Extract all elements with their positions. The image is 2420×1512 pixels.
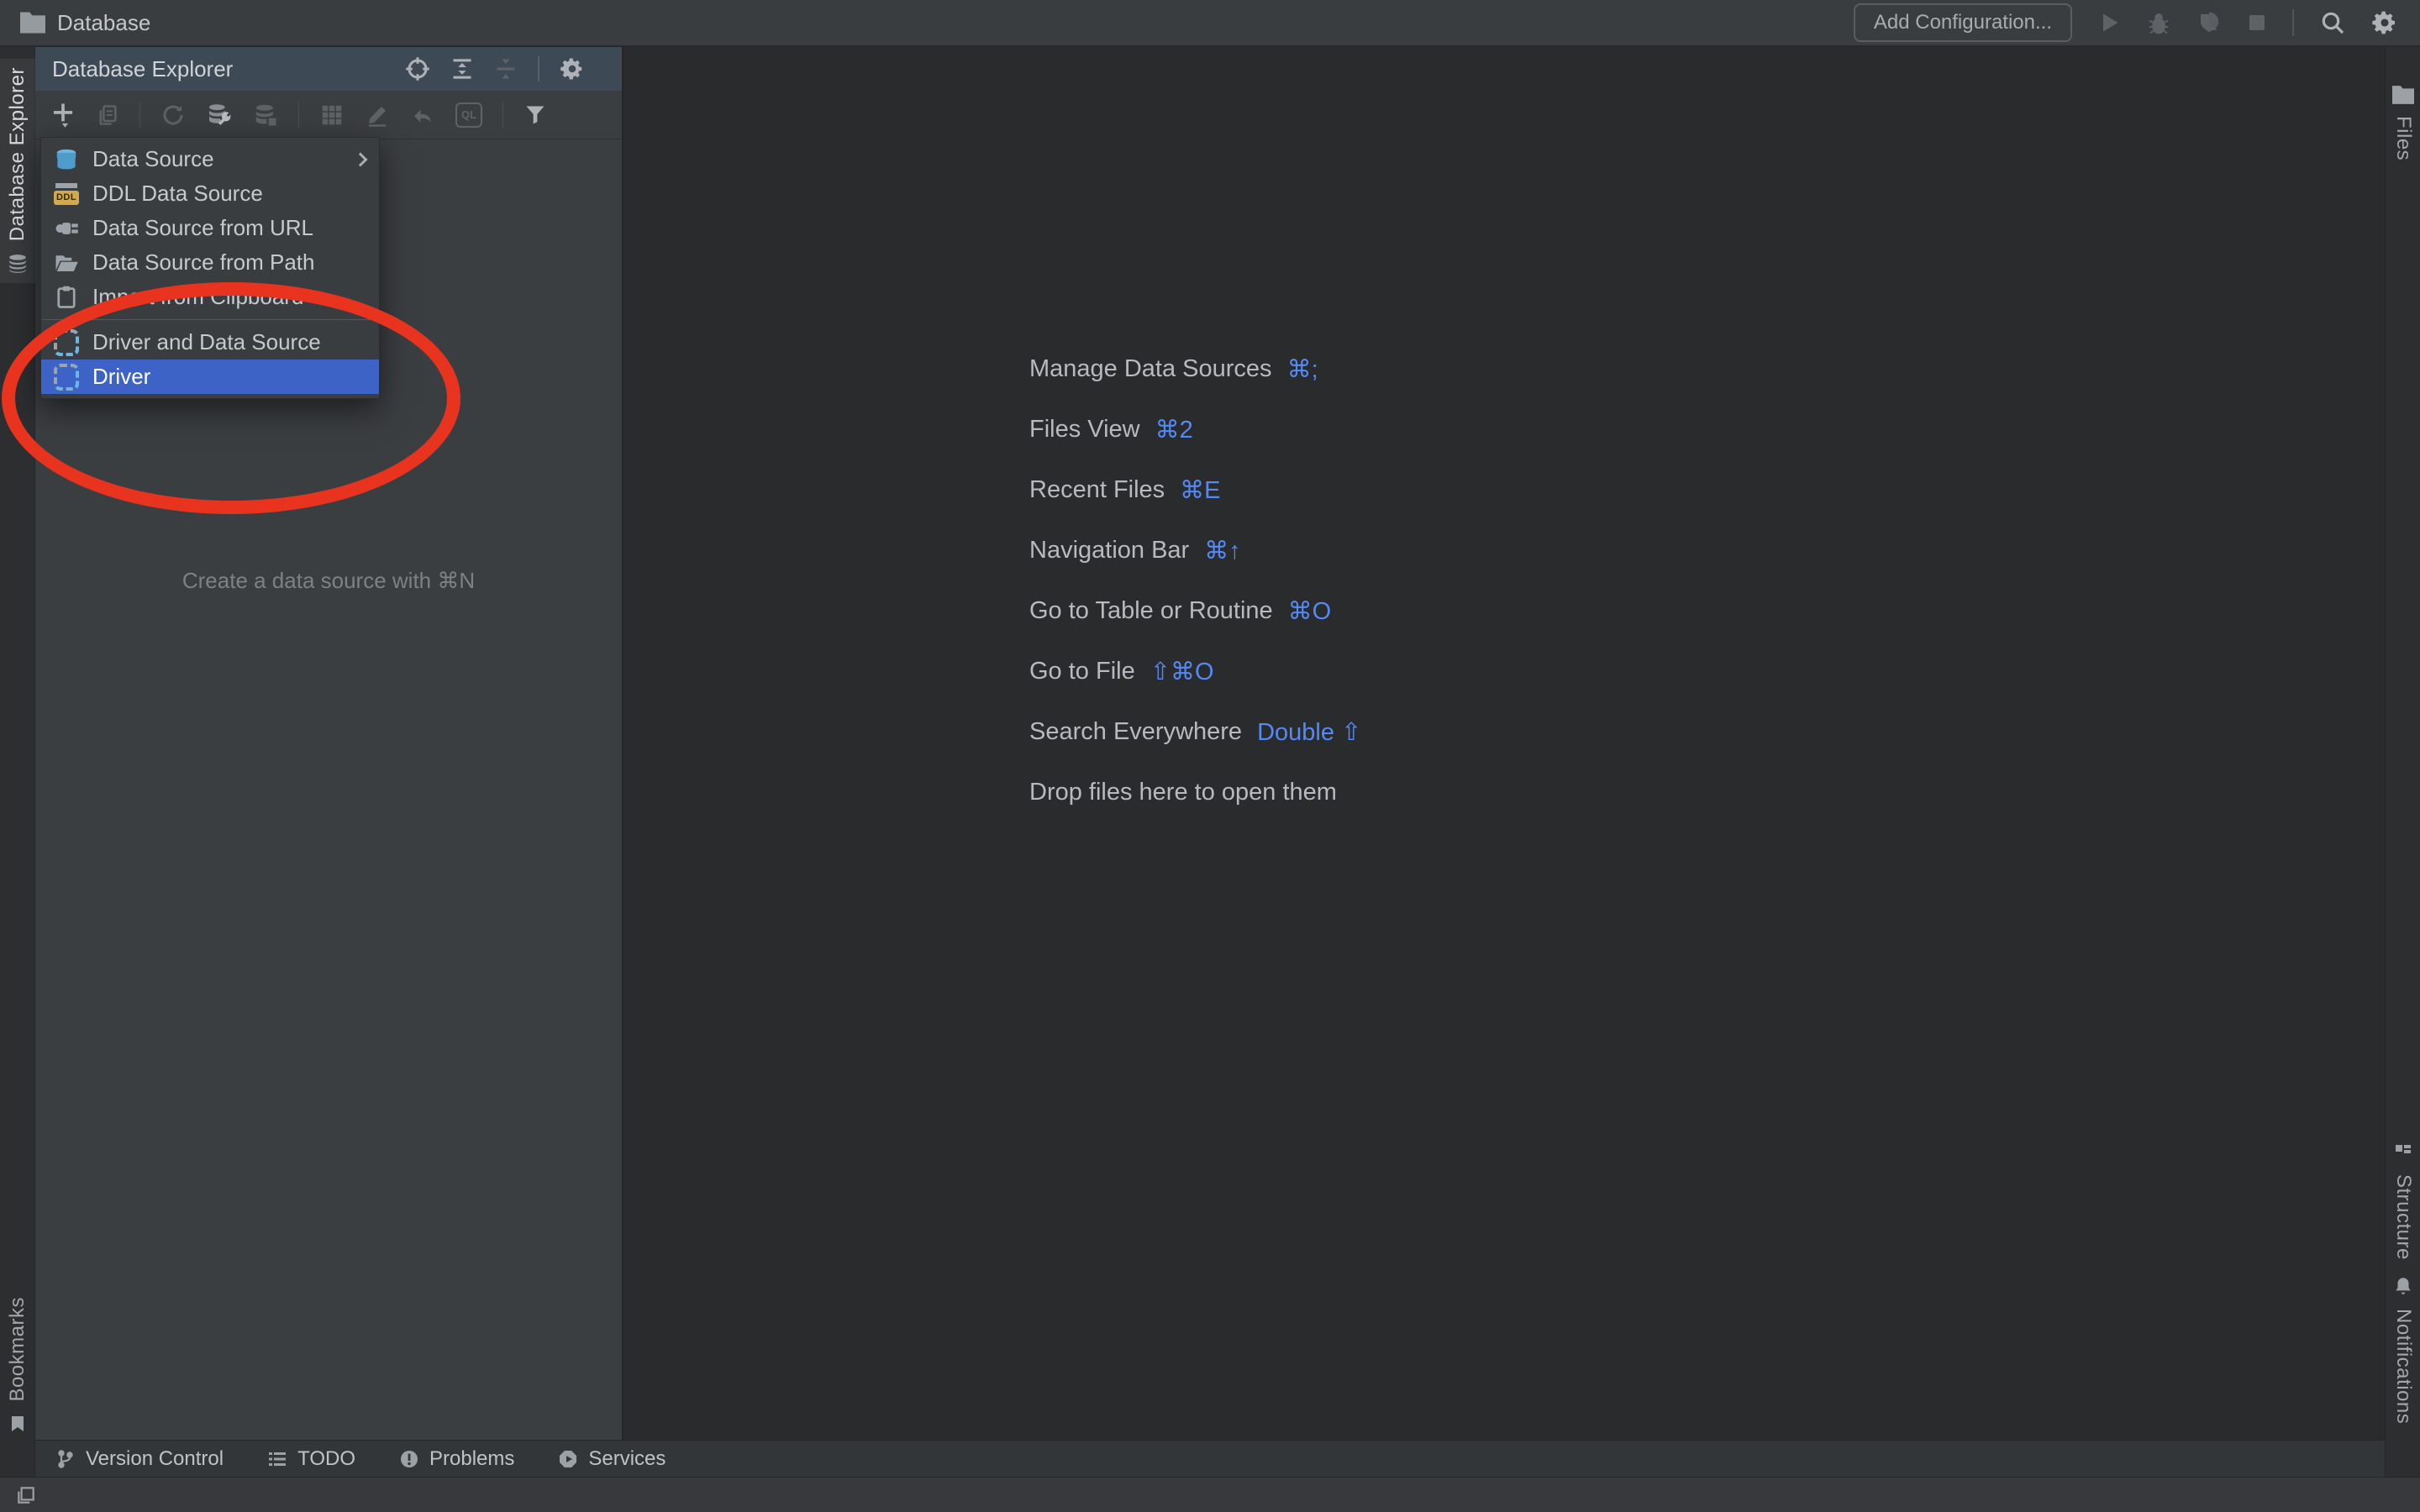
bookmark-icon <box>8 1414 28 1434</box>
run-icon[interactable] <box>2097 11 2121 34</box>
project-name: Database <box>57 9 151 35</box>
project-folder-icon <box>20 12 45 34</box>
menu-item-import-from-clipboard[interactable]: Import from Clipboard <box>41 280 379 314</box>
application-window: Database Add Configuration... Database E… <box>0 0 2420 1512</box>
database-icon <box>7 253 29 275</box>
folder-open-icon <box>53 250 80 276</box>
debug-icon[interactable] <box>2146 10 2171 35</box>
stop-icon[interactable] <box>2247 13 2267 33</box>
bottom-tool-window-bar: Version Control TODO Problems Services <box>35 1440 2385 1477</box>
menu-item-label: Data Source <box>92 146 214 171</box>
query-console-icon[interactable]: QL <box>455 102 482 128</box>
sidebar-item-structure[interactable]: Structure <box>2386 1134 2420 1268</box>
panel-title: Database Explorer <box>52 55 234 81</box>
bell-icon <box>2392 1275 2414 1297</box>
settings-icon[interactable] <box>2371 9 2398 36</box>
new-item-icon[interactable] <box>50 102 76 129</box>
detach-data-source-icon[interactable] <box>253 102 278 128</box>
bottombar-item-services[interactable]: Services <box>558 1447 666 1471</box>
locate-target-icon[interactable] <box>405 56 430 81</box>
shortcut-row: Drop files here to open them <box>1029 778 1337 806</box>
filter-icon[interactable] <box>523 103 547 127</box>
menu-item-label: Import from Clipboard <box>92 284 304 309</box>
shortcut-row: Manage Data Sources ⌘; <box>1029 354 1318 383</box>
bottombar-item-todo[interactable]: TODO <box>267 1447 355 1471</box>
ddl-icon: DDL <box>53 182 80 206</box>
shortcut-row: Go to File ⇧⌘O <box>1029 657 1214 685</box>
todo-list-icon <box>267 1449 287 1469</box>
duplicate-icon[interactable] <box>96 102 119 128</box>
toolbar-divider <box>502 102 503 128</box>
expand-all-icon[interactable] <box>450 56 474 81</box>
database-icon <box>53 147 80 172</box>
bottombar-item-version-control[interactable]: Version Control <box>55 1447 224 1471</box>
profiler-icon[interactable] <box>2196 10 2222 35</box>
menu-item-label: Driver and Data Source <box>92 329 321 354</box>
toolbar-divider <box>139 102 140 128</box>
jump-to-console-icon[interactable] <box>410 102 435 128</box>
problems-icon <box>399 1449 419 1469</box>
menu-item-label: DDL Data Source <box>92 181 263 206</box>
menu-separator <box>42 319 378 320</box>
files-stripe-label: Files <box>2392 116 2415 161</box>
menu-item-label: Data Source from Path <box>92 249 315 275</box>
data-source-properties-icon[interactable] <box>206 102 233 129</box>
sidebar-item-database-explorer[interactable]: Database Explorer <box>0 59 35 284</box>
title-bar: Database Add Configuration... <box>0 0 2420 47</box>
collapse-all-icon[interactable] <box>494 56 518 81</box>
submenu-chevron-icon <box>353 152 368 166</box>
menu-item-label: Driver <box>92 364 151 389</box>
git-branch-icon <box>55 1449 76 1469</box>
shortcut-row: Search Everywhere Double ⇧ <box>1029 717 1362 746</box>
edit-source-icon[interactable] <box>365 102 390 128</box>
shortcut-row: Files View ⌘2 <box>1029 415 1193 444</box>
sidebar-item-files[interactable]: Files <box>2386 77 2420 169</box>
shortcut-row: Navigation Bar ⌘↑ <box>1029 536 1241 564</box>
driver-icon <box>53 363 80 391</box>
bookmarks-stripe-label: Bookmarks <box>6 1297 29 1402</box>
create-data-source-hint: Create a data source with ⌘N <box>182 568 476 593</box>
menu-item-data-source-from-url[interactable]: Data Source from URL <box>41 211 379 245</box>
menu-item-data-source[interactable]: Data Source <box>41 142 379 176</box>
add-configuration-button[interactable]: Add Configuration... <box>1853 3 2072 42</box>
refresh-icon[interactable] <box>160 102 186 128</box>
editor-area: Manage Data Sources ⌘; Files View ⌘2 Recen… <box>623 47 2385 1440</box>
toolbar-divider <box>2292 9 2294 36</box>
bottombar-item-problems[interactable]: Problems <box>399 1447 514 1471</box>
files-folder-icon <box>2392 86 2414 104</box>
panel-settings-gear-icon[interactable] <box>560 56 585 81</box>
new-data-source-menu: Data Source DDL DDL Data Source Data Sou… <box>40 137 380 399</box>
structure-icon <box>2393 1142 2413 1163</box>
menu-item-driver-and-data-source[interactable]: Driver and Data Source <box>41 325 379 360</box>
search-icon[interactable] <box>2319 9 2346 36</box>
notifications-stripe-label: Notifications <box>2392 1309 2415 1425</box>
menu-item-driver[interactable]: Driver <box>41 360 379 394</box>
toolbar-divider <box>298 102 299 128</box>
clipboard-icon <box>53 285 80 310</box>
panel-header[interactable]: Database Explorer <box>35 47 622 91</box>
menu-item-ddl-data-source[interactable]: DDL DDL Data Source <box>41 176 379 211</box>
menu-item-label: Data Source from URL <box>92 215 313 240</box>
database-explorer-stripe-label: Database Explorer <box>6 67 29 242</box>
sidebar-item-bookmarks[interactable]: Bookmarks <box>0 1289 35 1442</box>
table-data-icon[interactable] <box>319 102 345 128</box>
left-tool-window-stripe: Database Explorer Bookmarks <box>0 47 35 1477</box>
header-divider <box>538 56 539 81</box>
panel-toolbar: QL <box>35 91 622 139</box>
right-tool-window-stripe: Files Structure Notifications <box>2385 47 2420 1477</box>
driver-icon <box>53 328 80 356</box>
status-bar <box>0 1477 2420 1512</box>
menu-item-data-source-from-path[interactable]: Data Source from Path <box>41 245 379 280</box>
structure-stripe-label: Structure <box>2392 1174 2415 1260</box>
shortcut-row: Recent Files ⌘E <box>1029 475 1221 504</box>
shortcut-hints: Manage Data Sources ⌘; Files View ⌘2 Recen… <box>1029 339 1361 822</box>
sidebar-item-notifications[interactable]: Notifications <box>2386 1267 2420 1432</box>
window-layout-icon[interactable] <box>15 1484 37 1506</box>
query-console-badge: QL <box>455 102 482 128</box>
shortcut-row: Go to Table or Routine ⌘O <box>1029 596 1332 625</box>
services-icon <box>558 1449 578 1469</box>
plug-icon <box>53 216 80 241</box>
